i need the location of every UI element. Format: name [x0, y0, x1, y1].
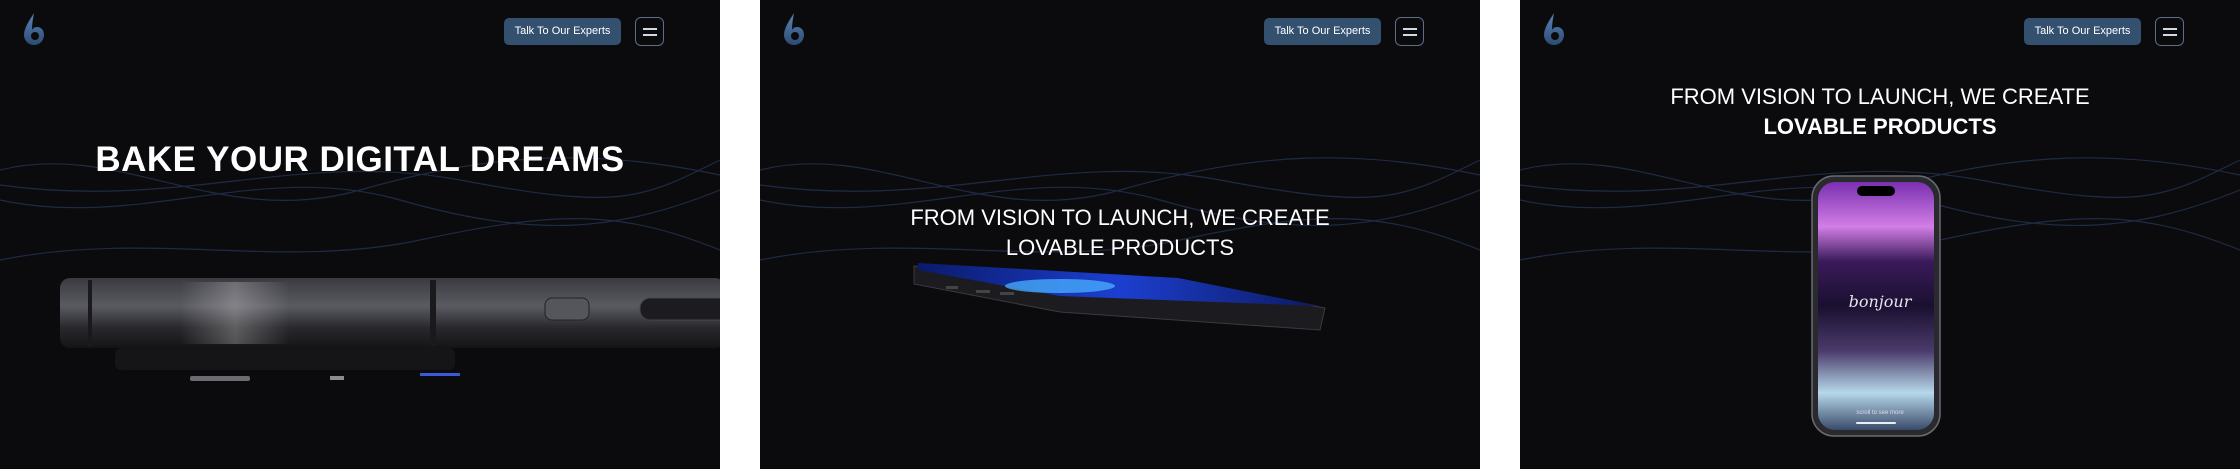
phone-side-image: [60, 278, 720, 381]
phone-hint-text: scroll to see more: [1856, 410, 1904, 416]
phone-front-image: [1811, 175, 1941, 437]
phone-greeting-text: bonjour: [1848, 292, 1912, 311]
tagline-line-2: LOVABLE PRODUCTS: [1005, 235, 1235, 260]
hero-tagline: FROM VISION TO LAUNCH, WE CREATE LOVABLE…: [760, 203, 1480, 263]
slide-vision-launch: Talk To Our Experts FROM VISION TO LAUNC…: [760, 0, 1480, 469]
slide-lovable-products: Talk To Our Experts FROM VISION TO LAUNC…: [1520, 0, 2240, 469]
tagline-line-1: FROM VISION TO LAUNCH, WE CREATE: [910, 205, 1330, 230]
slide-bake-dreams: Talk To Our Experts BAKE YOUR DIGITAL DR…: [0, 0, 720, 469]
